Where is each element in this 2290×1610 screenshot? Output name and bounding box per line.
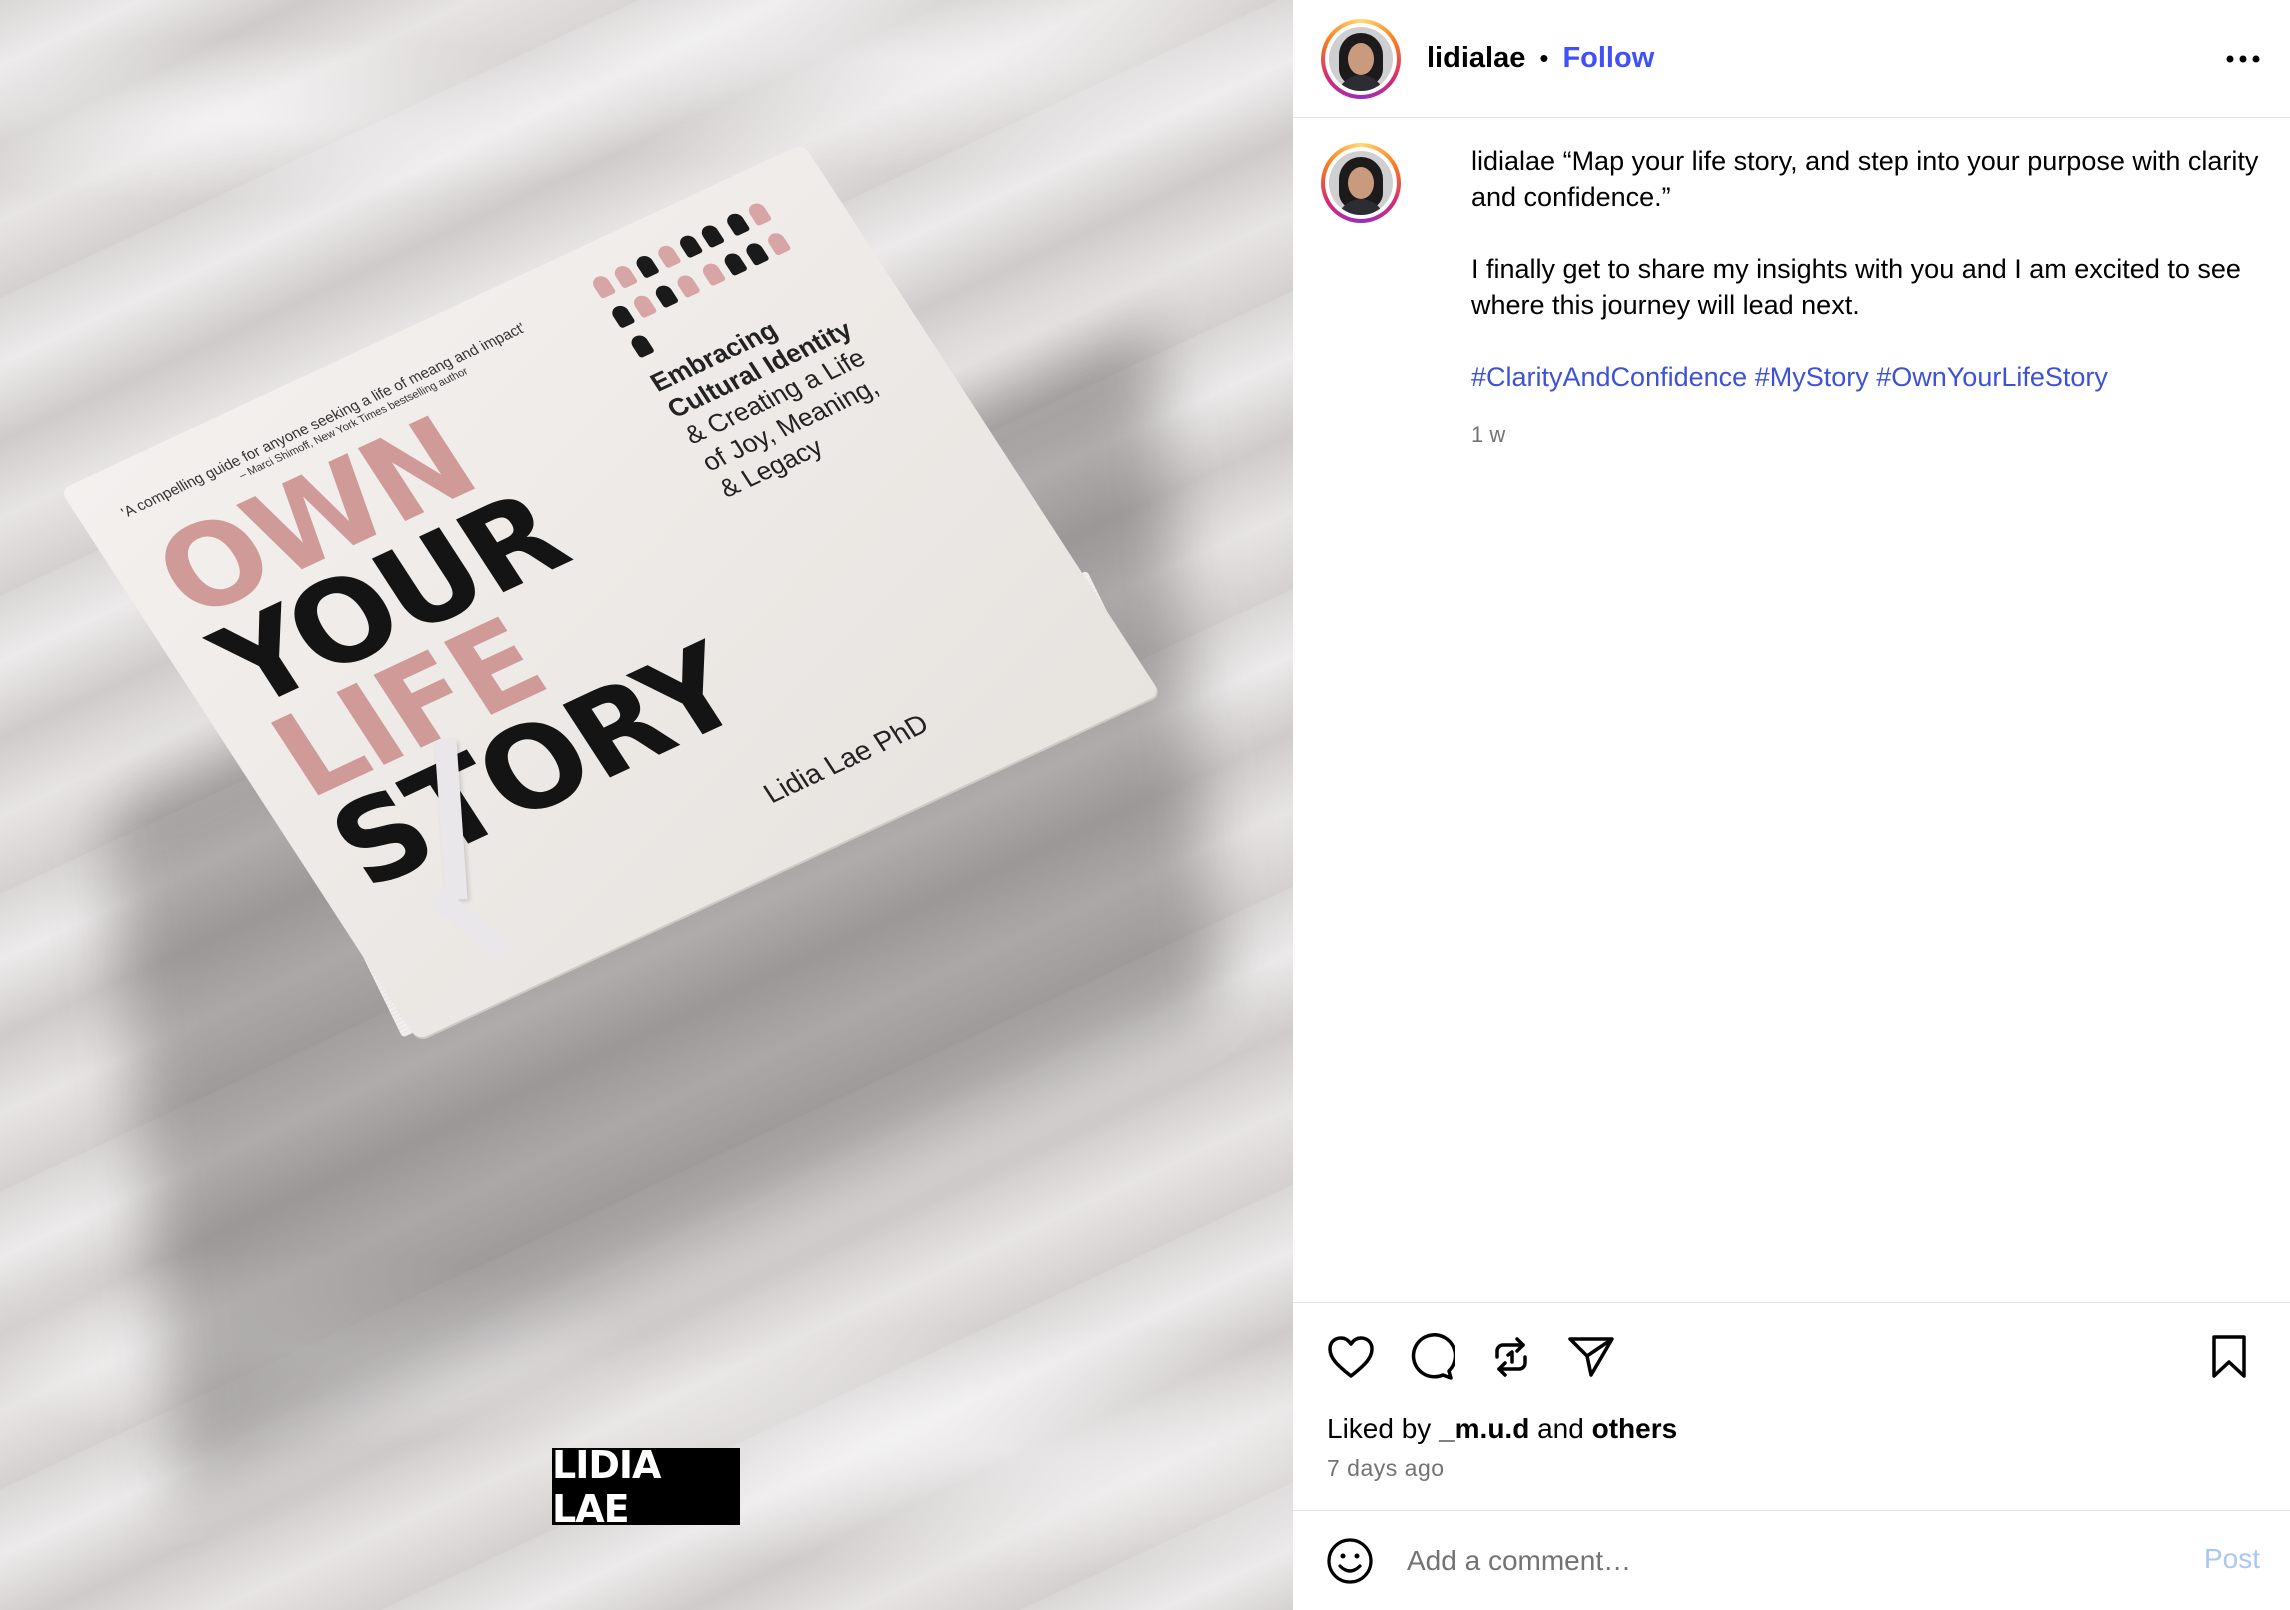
likes-others-link[interactable]: others (1592, 1413, 1678, 1444)
repost-icon[interactable] (1485, 1331, 1537, 1383)
likes-prefix: Liked by (1327, 1413, 1432, 1444)
comment-icon[interactable] (1405, 1331, 1457, 1383)
comment-bar: Post (1293, 1510, 2290, 1610)
post-header: lidialae • Follow (1293, 0, 2290, 118)
bookmark-icon[interactable] (2203, 1331, 2255, 1383)
share-icon[interactable] (1565, 1331, 1617, 1383)
caption-text: lidialae “Map your life story, and step … (1471, 143, 2261, 453)
header-username[interactable]: lidialae (1427, 42, 1525, 75)
more-options-icon[interactable] (2226, 42, 2260, 76)
follow-button[interactable]: Follow (1562, 42, 1654, 75)
hashtag-link[interactable]: #OwnYourLifeStory (1876, 362, 2108, 392)
avatar-photo (1329, 26, 1393, 91)
cover-title: OWN YOUR LIFE STORY (131, 228, 1044, 914)
likes-and: and (1537, 1413, 1584, 1444)
caption-paragraph-2: I finally get to share my insights with … (1471, 254, 2241, 320)
avatar-photo (1329, 151, 1393, 215)
post-timestamp[interactable]: 7 days ago (1327, 1455, 1445, 1482)
caption-avatar[interactable] (1321, 143, 1401, 223)
heart-icon[interactable] (1325, 1331, 1377, 1383)
book-image: 'A compelling guide for anyone seeking a… (20, 143, 1280, 1500)
action-bar: Liked by _m.u.d and others 7 days ago (1293, 1302, 2290, 1512)
watermark-logo: LIDIA LAE (552, 1443, 740, 1531)
hashtag-link[interactable]: #MyStory (1755, 362, 1869, 392)
likes-summary: Liked by _m.u.d and others (1327, 1413, 1677, 1445)
caption-timestamp[interactable]: 1 w (1471, 417, 2261, 453)
post-details-panel: lidialae • Follow lidialae “Map your lif… (1293, 0, 2290, 1610)
header-separator: • (1539, 43, 1549, 73)
hashtag-link[interactable]: #ClarityAndConfidence (1471, 362, 1747, 392)
comment-input[interactable] (1407, 1539, 2107, 1583)
liked-by-user-link[interactable]: _m.u.d (1439, 1413, 1529, 1444)
emoji-icon[interactable] (1325, 1536, 1375, 1586)
caption-username[interactable]: lidialae (1471, 146, 1555, 176)
avatar[interactable] (1321, 18, 1401, 99)
cover-author: Lidia Lae PhD (757, 708, 935, 809)
post-media[interactable]: 'A compelling guide for anyone seeking a… (0, 0, 1293, 1610)
post-comment-button[interactable]: Post (2204, 1543, 2260, 1575)
caption-paragraph-1: “Map your life story, and step into your… (1471, 146, 2259, 212)
caption-hashtags: #ClarityAndConfidence #MyStory #OwnYourL… (1471, 359, 2261, 395)
